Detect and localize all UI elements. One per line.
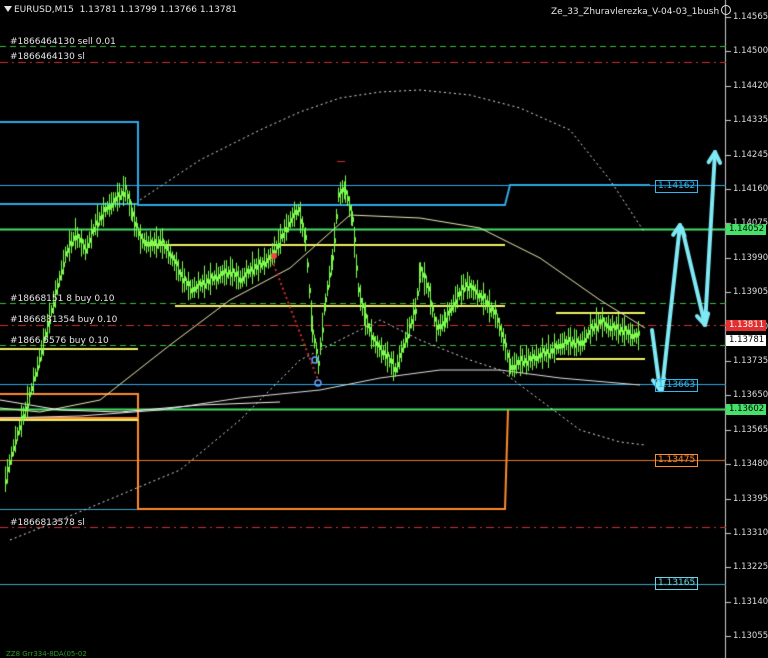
green-level-price-tag: 1.14052 (726, 224, 766, 235)
price-axis-label: 1.13990 (733, 252, 768, 263)
price-axis-label: 1.14335 (733, 115, 768, 126)
price-axis-label: 1.13650 (733, 390, 768, 401)
smiley-face-icon (721, 5, 732, 15)
symbol-label: EURUSD,M15 (14, 5, 74, 15)
price-chart-canvas[interactable] (0, 0, 768, 658)
orange-level-tag[interactable]: 1.13475 (655, 454, 699, 467)
price-axis-label: 1.14160 (733, 184, 768, 194)
price-axis-label: 1.13225 (733, 562, 768, 573)
green-level2-price-tag: 1.13602 (726, 404, 766, 415)
buy-order-label-3[interactable]: #1866 5576 buy 0.10 (10, 336, 109, 347)
price-axis-label: 1.13395 (733, 493, 768, 504)
blue-mid-level-tag[interactable]: 1.13663 (655, 379, 699, 392)
blue-top-level-tag[interactable]: 1.14162 (655, 180, 699, 193)
chart-expand-icon[interactable] (4, 6, 12, 12)
indicator-name: Ze_33_Zhuravlerezka_V-04-03_1bush (551, 5, 732, 18)
buy-order-label-2[interactable]: #1866831354 buy 0.10 (10, 315, 117, 326)
price-axis-label: 1.13140 (733, 596, 768, 607)
footer-indicator-text: ZZ8 Grr334-8DA(05-02 (6, 650, 87, 658)
sell-order-label[interactable]: #1866464130 sell 0.01 (10, 37, 116, 48)
ohlc-values: 1.13781 1.13799 1.13766 1.13781 (79, 5, 238, 15)
current-price-tag: 1.13781 (726, 335, 766, 346)
price-axis-label: 1.13055 (733, 631, 768, 642)
price-axis-label: 1.13905 (733, 287, 768, 298)
cyan-low-level-tag[interactable]: 1.13165 (655, 577, 699, 590)
red-level-price-tag: 1.13811 (726, 320, 766, 331)
price-axis-label: 1.13310 (733, 528, 768, 538)
price-axis-label: 1.13735 (733, 356, 768, 366)
buy-sl-label[interactable]: #1866813578 sl (10, 518, 85, 529)
price-axis-label: 1.13565 (733, 424, 768, 435)
price-axis-label: 1.14420 (733, 80, 768, 91)
price-axis-label: 1.13480 (733, 459, 768, 470)
chart-header: EURUSD,M15 1.13781 1.13799 1.13766 1.137… (4, 5, 237, 16)
price-axis-label: 1.14500 (733, 46, 768, 57)
price-axis-label: 1.14565 (733, 12, 768, 22)
buy-order-label-1[interactable]: #18668151 8 buy 0.10 (10, 294, 114, 305)
price-axis-label: 1.14245 (733, 149, 768, 160)
indicator-label: Ze_33_Zhuravlerezka_V-04-03_1bush (551, 7, 720, 17)
sell-sl-label[interactable]: #1866464130 sl (10, 52, 85, 63)
